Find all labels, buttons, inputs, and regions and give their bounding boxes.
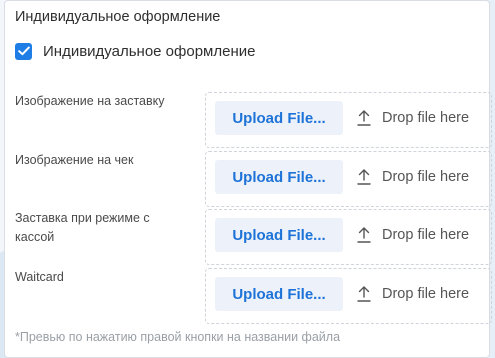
- section-title: Индивидуальное оформление: [15, 9, 221, 25]
- dropzone[interactable]: Upload File... Drop file here: [205, 151, 492, 207]
- field-label: Waitcard: [15, 270, 64, 284]
- drop-area[interactable]: Drop file here: [356, 218, 469, 252]
- upload-file-button[interactable]: Upload File...: [215, 218, 343, 252]
- dropzone[interactable]: Upload File... Drop file here: [205, 92, 492, 148]
- preview-hint: *Превью по нажатию правой кнопки на назв…: [15, 330, 341, 344]
- drop-file-text: Drop file here: [382, 227, 470, 243]
- custom-design-checkbox[interactable]: [15, 42, 32, 60]
- drop-file-text: Drop file here: [382, 110, 470, 126]
- field-label: Изображение на заставку: [15, 94, 165, 108]
- field-label: Изображение на чек: [15, 153, 134, 167]
- dropzone[interactable]: Upload File... Drop file here: [205, 268, 492, 324]
- field-label: Заставка при режиме с кассой: [15, 211, 150, 244]
- checkbox-label: Индивидуальное оформление: [43, 42, 256, 60]
- upload-icon: [357, 169, 371, 185]
- upload-file-button[interactable]: Upload File...: [215, 101, 343, 135]
- dropzone[interactable]: Upload File... Drop file here: [205, 209, 492, 265]
- upload-icon: [357, 227, 371, 243]
- drop-area[interactable]: Drop file here: [356, 101, 469, 135]
- drop-area[interactable]: Drop file here: [356, 277, 469, 311]
- custom-design-panel: Индивидуальное оформление Индивидуальное…: [4, 0, 492, 358]
- drop-file-text: Drop file here: [382, 286, 470, 302]
- drop-area[interactable]: Drop file here: [356, 160, 469, 194]
- upload-icon: [357, 286, 371, 302]
- check-icon: [17, 46, 30, 56]
- custom-design-checkbox-row[interactable]: Индивидуальное оформление: [15, 40, 255, 62]
- upload-file-button[interactable]: Upload File...: [215, 160, 343, 194]
- upload-file-button[interactable]: Upload File...: [215, 277, 343, 311]
- drop-file-text: Drop file here: [382, 169, 470, 185]
- upload-icon: [357, 110, 371, 126]
